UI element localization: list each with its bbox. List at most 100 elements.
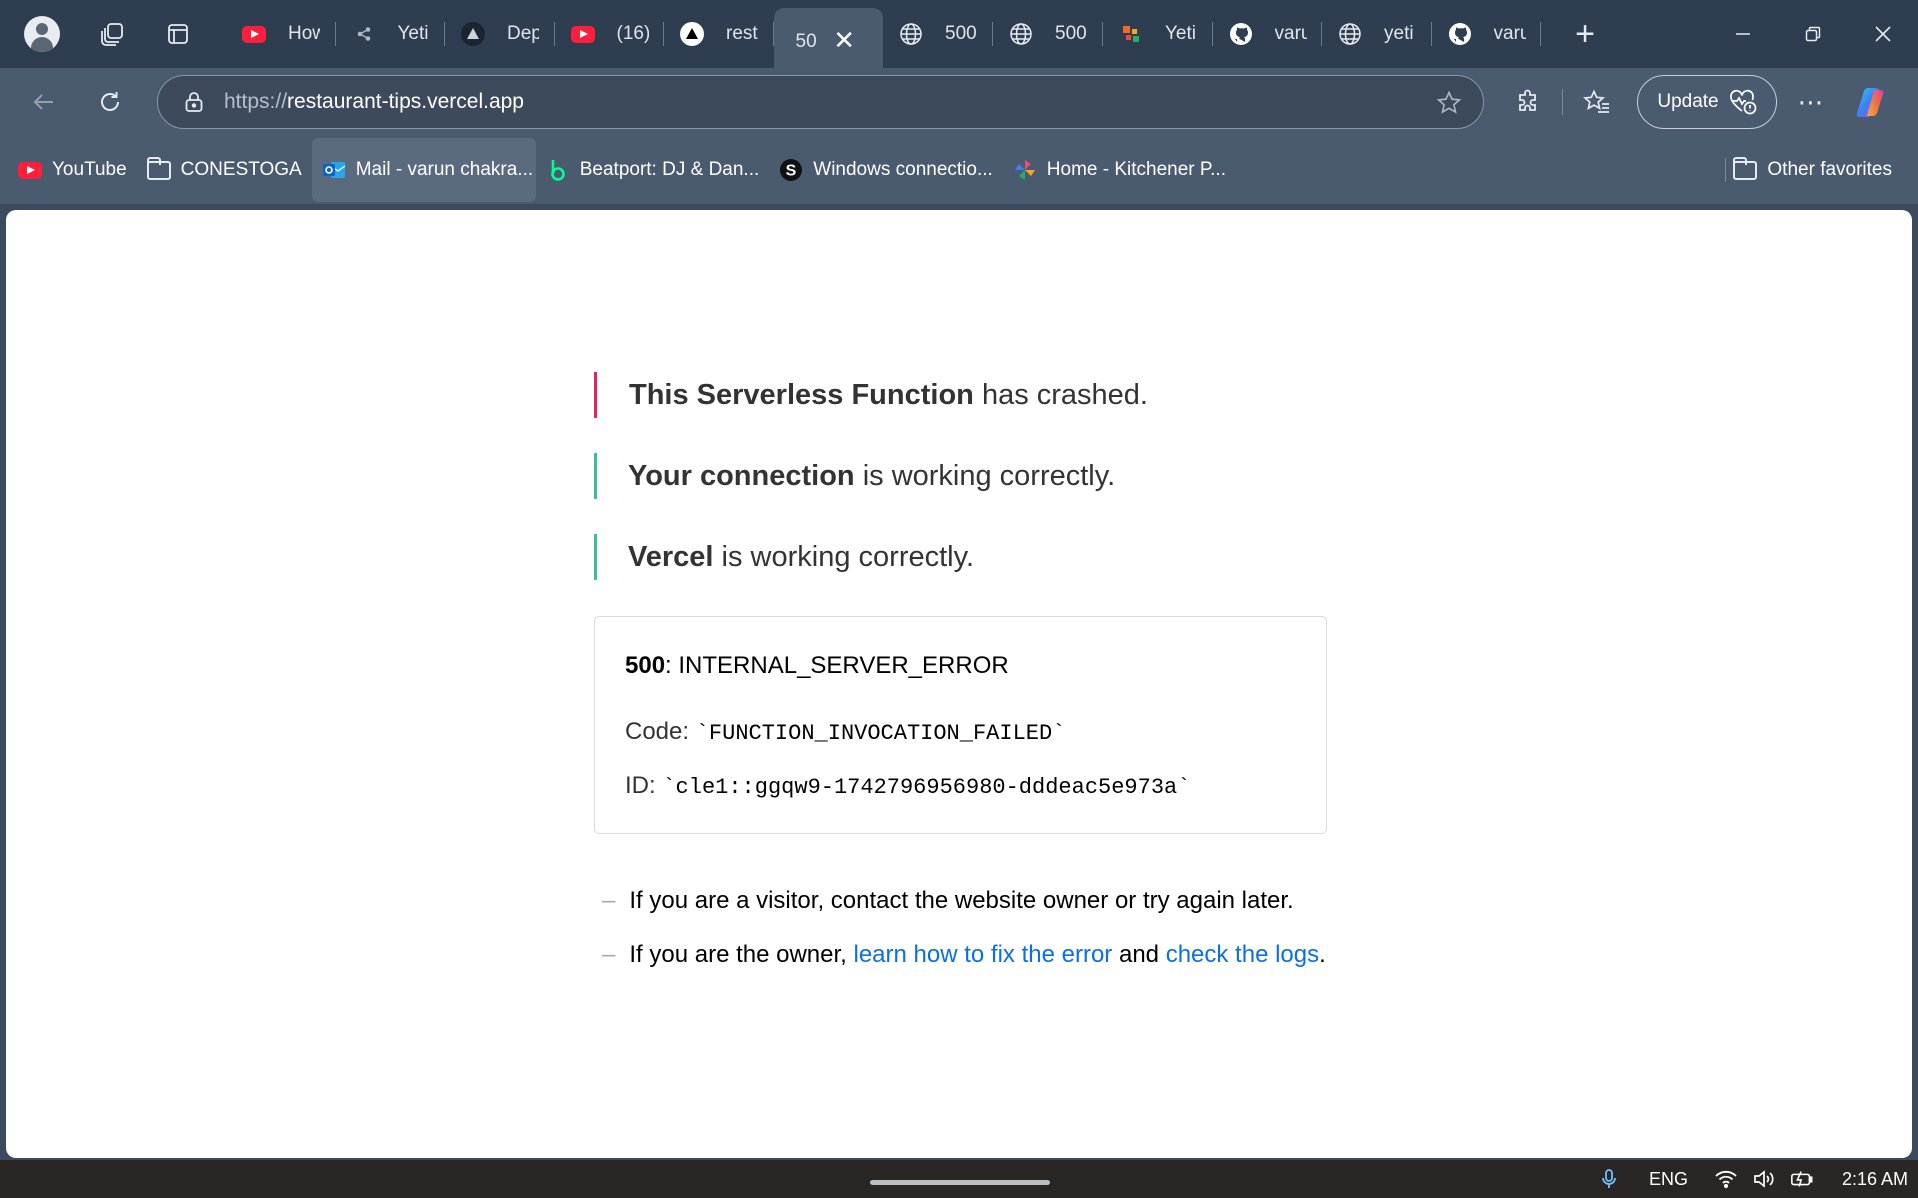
taskbar: ENG 2:16 AM [0, 1160, 1918, 1198]
heart-pulse-icon [1729, 89, 1756, 115]
status-function-crashed: This Serverless Function has crashed. [594, 372, 1148, 418]
tab-github-varu-a[interactable]: varu [1213, 8, 1323, 60]
update-button[interactable]: Update [1637, 75, 1777, 129]
tab-youtube-16[interactable]: (16) [555, 8, 665, 60]
tab-globe-500-b[interactable]: 500 [993, 8, 1103, 60]
tab-globe-500-a[interactable]: 500 [883, 8, 993, 60]
url-text[interactable]: https://restaurant-tips.vercel.app [224, 90, 524, 114]
bookmark-label: Home - Kitchener P... [1046, 159, 1226, 180]
bookmark-label: YouTube [52, 159, 127, 180]
owner-mid: and [1112, 941, 1166, 968]
dash-bullet: – [602, 941, 616, 968]
status-bold: This Serverless Function [629, 379, 974, 411]
bookmark-beatport[interactable]: Beatport: DJ & Dan... [536, 138, 770, 202]
tab-github-varu-b[interactable]: varu [1432, 8, 1542, 60]
close-window-button[interactable] [1848, 0, 1918, 68]
vercel-icon [680, 22, 704, 46]
tab-label: rest [726, 23, 758, 44]
error-code-row: Code: `FUNCTION_INVOCATION_FAILED` [625, 717, 1296, 749]
update-label: Update [1657, 91, 1719, 112]
tab-active-500[interactable]: 50 ✕ [773, 8, 883, 76]
globe-icon [1339, 23, 1361, 45]
url-host: restaurant-tips.vercel.app [287, 90, 524, 113]
error-code-value: `FUNCTION_INVOCATION_FAILED` [695, 721, 1066, 746]
status-bold: Your connection [628, 460, 855, 492]
add-favorite-button[interactable] [1435, 89, 1463, 117]
address-bar[interactable]: https://restaurant-tips.vercel.app [157, 75, 1484, 129]
favorites-bar: YouTube CONESTOGA Mail - varun chakra...… [0, 136, 1918, 204]
bookmark-mail[interactable]: Mail - varun chakra... [311, 138, 536, 202]
github-icon [1229, 23, 1252, 45]
restore-button[interactable] [1778, 0, 1848, 68]
tab-yeti-app[interactable]: Yeti [1103, 8, 1213, 60]
back-button[interactable] [16, 76, 72, 128]
battery-button[interactable] [1790, 1167, 1814, 1191]
copilot-button[interactable] [1849, 82, 1889, 122]
visitor-help-text: – If you are a visitor, contact the websi… [602, 886, 1294, 916]
restore-icon [1805, 26, 1821, 42]
status-rest: is working correctly. [854, 460, 1116, 492]
error-status-code: 500 [625, 652, 666, 679]
refresh-icon [101, 92, 119, 111]
refresh-button[interactable] [82, 76, 138, 128]
check-logs-link[interactable]: check the logs [1166, 941, 1319, 968]
volume-icon [1754, 1170, 1774, 1188]
tab-vercel-dep[interactable]: Dep [445, 8, 555, 60]
folder-icon [146, 156, 171, 180]
settings-more-button[interactable]: ⋯ [1783, 76, 1839, 128]
gesture-home-bar[interactable] [870, 1180, 1050, 1185]
star-icon [1436, 90, 1462, 114]
site-info-button[interactable] [182, 90, 206, 114]
youtube-icon [18, 161, 42, 179]
clock-time[interactable]: 2:16 AM [1842, 1169, 1908, 1190]
youtube-icon [242, 25, 266, 43]
tab-list: How Yeti Dep (16) rest 50 ✕ 500 500 Yeti… [226, 0, 1542, 76]
youtube-icon [570, 25, 595, 43]
tab-label: (16) [616, 23, 649, 44]
language-indicator[interactable]: ENG [1649, 1169, 1688, 1190]
vercel-icon [461, 22, 485, 46]
favorites-button[interactable] [1569, 76, 1625, 128]
bookmark-label: Beatport: DJ & Dan... [579, 159, 760, 180]
error-title: 500: INTERNAL_SERVER_ERROR [625, 651, 1296, 681]
status-rest: has crashed. [973, 379, 1148, 411]
error-id-row: ID: `cle1::ggqw9-1742796956980-dddeac5e9… [625, 771, 1296, 803]
close-tab-icon[interactable]: ✕ [833, 27, 855, 53]
bookmark-label: Windows connectio... [813, 159, 993, 180]
tab-globe-yeti[interactable]: yeti [1322, 8, 1432, 60]
tab-label: yeti [1384, 23, 1414, 44]
bookmark-folder-conestoga[interactable]: CONESTOGA [137, 138, 312, 202]
microphone-button[interactable] [1597, 1167, 1621, 1191]
tab-vercel-rest[interactable]: rest [664, 8, 774, 60]
workspaces-button[interactable] [86, 8, 138, 60]
tab-yeti-share[interactable]: Yeti [336, 8, 446, 60]
learn-fix-error-link[interactable]: learn how to fix the error [854, 941, 1113, 968]
tab-actions-icon [168, 24, 188, 44]
error-id-value: `cle1::ggqw9-1742796956980-dddeac5e973a` [662, 775, 1191, 800]
other-favorites-folder[interactable]: Other favorites [1723, 138, 1902, 202]
wifi-button[interactable] [1714, 1167, 1738, 1191]
vertical-tabs-button[interactable] [152, 8, 204, 60]
close-icon [1875, 26, 1891, 42]
tab-label: Dep [507, 23, 539, 44]
profile-button[interactable] [16, 8, 68, 60]
bookmark-youtube[interactable]: YouTube [8, 138, 137, 202]
tab-label: How [288, 23, 320, 44]
toolbar-right: Update ⋯ [1500, 68, 1889, 136]
extensions-button[interactable] [1500, 76, 1556, 128]
bookmark-windows-connection[interactable]: S Windows connectio... [769, 138, 1003, 202]
new-tab-button[interactable]: + [1559, 8, 1611, 60]
minimize-button[interactable] [1708, 0, 1778, 68]
other-favorites-label: Other favorites [1767, 159, 1892, 180]
error-code-label: Code: [625, 718, 696, 745]
volume-button[interactable] [1752, 1167, 1776, 1191]
copilot-icon [1856, 88, 1884, 117]
tab-label: 500 [1055, 23, 1087, 44]
tab-youtube-how[interactable]: How [226, 8, 336, 60]
beatport-icon [550, 160, 565, 181]
puzzle-icon [1519, 89, 1536, 111]
status-bold: Vercel [628, 541, 714, 573]
owner-prefix: If you are the owner, [629, 941, 854, 968]
bookmark-kitchener[interactable]: Home - Kitchener P... [1003, 138, 1236, 202]
favorites-list-icon [1583, 89, 1609, 113]
